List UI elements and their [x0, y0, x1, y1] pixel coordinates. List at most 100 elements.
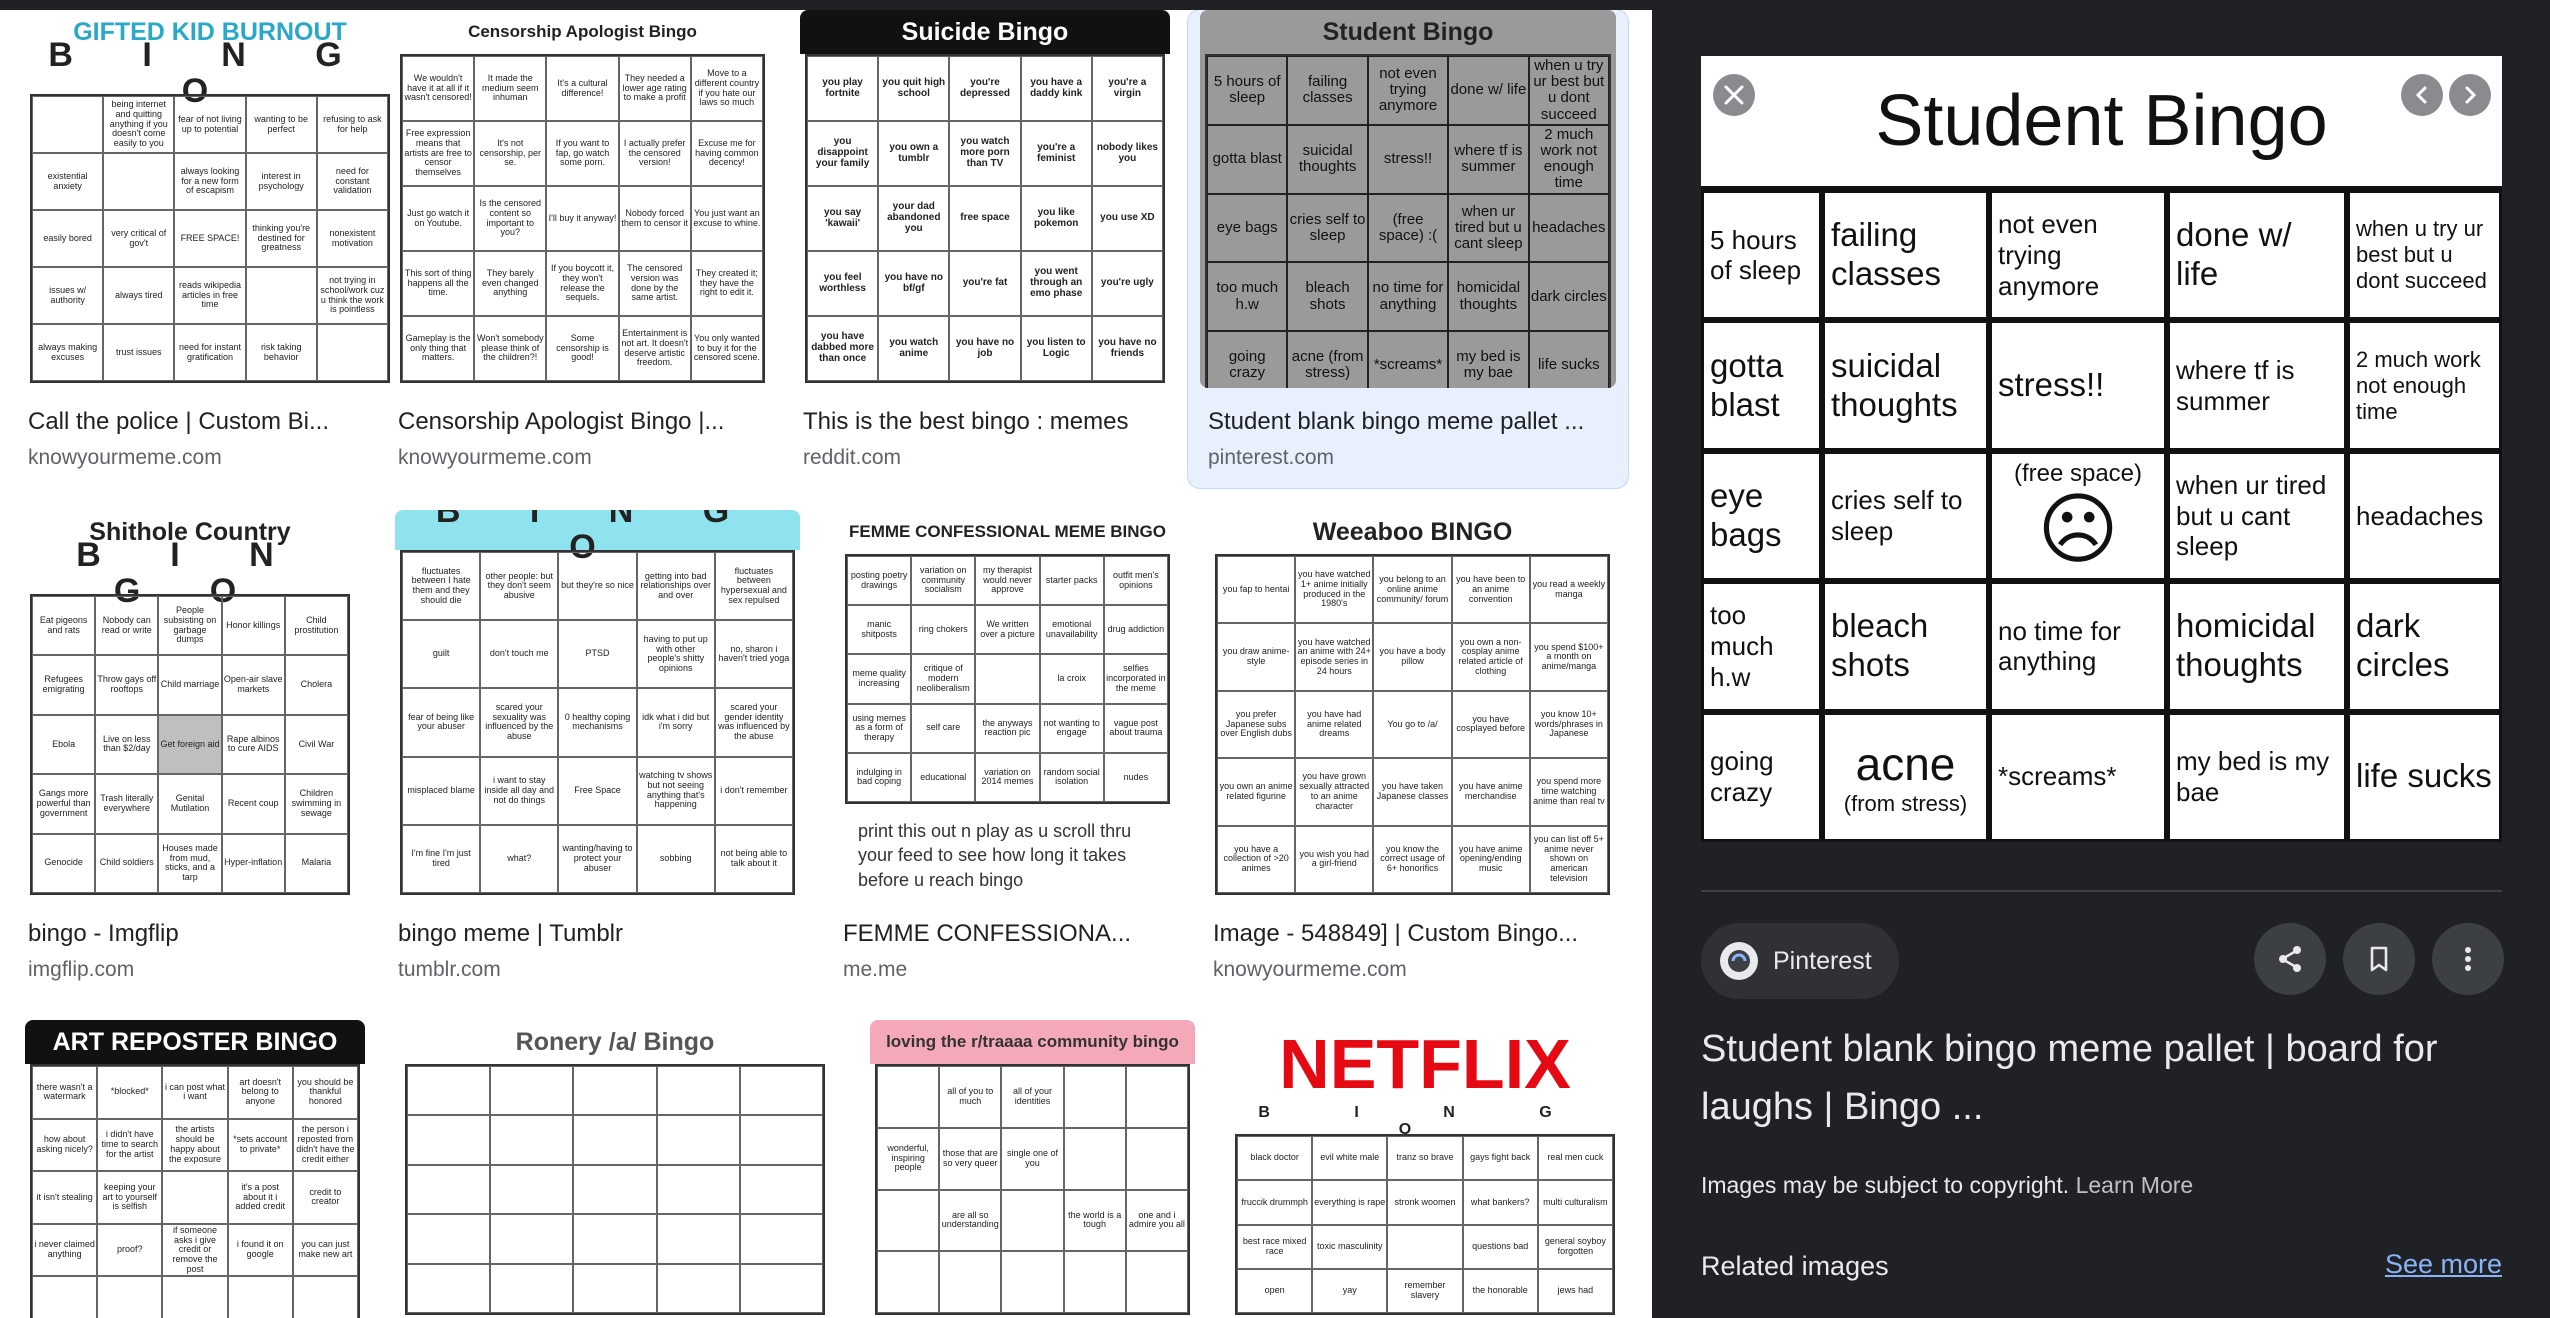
- result-title[interactable]: Call the police | Custom Bi...: [28, 408, 395, 436]
- result-card[interactable]: Ronery /a/ Bingo: [400, 1020, 830, 1318]
- result-title[interactable]: This is the best bingo : memes: [803, 408, 1170, 436]
- thumbnail-cell: [227, 1276, 293, 1318]
- thumbnail-bingo-grid: Eat pigeons and rats Nobody can read or w…: [30, 594, 350, 895]
- thumbnail-cell: [573, 1164, 657, 1215]
- thumbnail-cell: always looking for a new form of escapis…: [174, 153, 246, 210]
- result-title[interactable]: Censorship Apologist Bingo |...: [398, 408, 770, 436]
- thumbnail-cell: Excuse me for having common decency!: [690, 121, 763, 186]
- preview-cell-text: life sucks: [2356, 757, 2492, 795]
- result-card[interactable]: NETFLIX B I N G Oblack doctor evil white m…: [1230, 1020, 1620, 1318]
- thumbnail-cell: fear of being like your abuser: [402, 688, 481, 757]
- thumbnail-cell: i don't remember: [714, 756, 793, 825]
- thumbnail-cell: [739, 1066, 823, 1116]
- preview-cell-text: failing classes: [1831, 216, 1942, 293]
- result-thumbnail[interactable]: ART REPOSTER BINGO there wasn't a waterma…: [25, 1020, 365, 1318]
- thumbnail-cell: manic shitposts: [847, 605, 912, 655]
- learn-more-link[interactable]: Learn More: [2076, 1172, 2194, 1198]
- thumbnail-bingo-grid: black doctor evil white male tranz so brav…: [1235, 1134, 1615, 1315]
- result-thumbnail[interactable]: Weeaboo BINGO you fap to hentai you have w…: [1210, 510, 1615, 900]
- thumbnail-cell: [1063, 1251, 1126, 1313]
- thumbnail-cell: you know the correct usage of 6+ honorif…: [1373, 825, 1452, 893]
- thumbnail-cell: Genocide: [32, 833, 96, 893]
- thumbnail-cell: fluctuates between I hate them and they …: [402, 552, 481, 621]
- thumbnail-cell: trust issues: [103, 324, 175, 381]
- result-card[interactable]: loving the r/traaaa community bingo all o…: [870, 1020, 1195, 1318]
- thumbnail-cell: [573, 1066, 657, 1116]
- preview-cell-text: where tf is summer: [2176, 354, 2295, 416]
- result-title[interactable]: FEMME CONFESSIONA...: [843, 920, 1175, 948]
- thumbnail-cell: you play fortnite: [807, 56, 879, 121]
- preview-image[interactable]: Student Bingo 5 hours of sleep failing cl…: [1701, 56, 2502, 842]
- thumbnail-cell: when u try ur best but u dont succeed: [1528, 56, 1609, 125]
- result-card[interactable]: GIFTED KID BURNOUT B I N G Obeing interne…: [25, 10, 395, 469]
- result-thumbnail[interactable]: Ronery /a/ Bingo: [400, 1020, 830, 1318]
- result-thumbnail[interactable]: Censorship Apologist Bingo We wouldn't ha…: [395, 10, 770, 388]
- source-site-button[interactable]: Pinterest: [1701, 923, 1899, 999]
- result-card[interactable]: Censorship Apologist Bingo We wouldn't ha…: [395, 10, 770, 469]
- preview-cell-text: 5 hours of sleep: [1710, 224, 1802, 286]
- result-title[interactable]: Student blank bingo meme pallet ...: [1208, 408, 1628, 436]
- thumbnail-cell: single one of you: [1001, 1127, 1064, 1190]
- result-card[interactable]: Weeaboo BINGO you fap to hentai you have w…: [1210, 510, 1615, 981]
- thumbnail-cell: starter packs: [1039, 556, 1104, 606]
- close-icon[interactable]: [1713, 74, 1755, 116]
- save-button[interactable]: [2343, 923, 2415, 995]
- thumbnail-cell: i want to stay inside all day and not do…: [480, 756, 559, 825]
- result-card[interactable]: B I N G Ofluctuates between I hate them …: [395, 510, 800, 981]
- thumbnail-cell: you have watched 1+ anime initially prod…: [1295, 556, 1374, 624]
- thumbnail-cell: Gangs more powerful than government: [32, 774, 96, 834]
- thumbnail-cell: [1001, 1189, 1064, 1252]
- preview-title-link[interactable]: Student blank bingo meme pallet | board …: [1701, 1020, 2501, 1136]
- thumbnail-cell: Move to a different country if you hate …: [690, 56, 763, 121]
- thumbnail-cell: not being able to talk about it: [714, 824, 793, 893]
- thumbnail-cell: cries self to sleep: [1287, 193, 1368, 263]
- preview-bingo-cell: (free space) ☹: [1989, 450, 2167, 582]
- related-images-heading: Related images: [1701, 1251, 1889, 1281]
- thumbnail-cell: dark circles: [1528, 262, 1609, 331]
- thumbnail-cell: you know 10+ words/phrases in Japanese: [1529, 690, 1608, 759]
- thumbnail-cell: you quit high school: [878, 56, 950, 121]
- thumbnail-cell: Some censorship is good!: [546, 316, 619, 381]
- result-title[interactable]: bingo meme | Tumblr: [398, 920, 800, 948]
- more-options-button[interactable]: [2432, 923, 2504, 995]
- preview-cell-text: eye bags: [1710, 477, 1782, 553]
- result-thumbnail[interactable]: Suicide Bingo you play fortnite you quit h…: [800, 10, 1170, 388]
- preview-bingo-cell: cries self to sleep: [1822, 450, 1989, 582]
- thumbnail-cell: always tired: [103, 267, 175, 324]
- result-thumbnail[interactable]: B I N G Ofluctuates between I hate them …: [395, 510, 800, 900]
- preview-bingo-cell: *screams*: [1989, 711, 2167, 842]
- preview-bingo-cell: no time for anything: [1989, 581, 2167, 712]
- thumbnail-cell: [573, 1115, 657, 1165]
- thumbnail-cell: The censored version was done by the sam…: [618, 251, 691, 316]
- thumbnail-cell: idk what i did but i'm sorry: [636, 688, 715, 757]
- thumbnail-cell: fear of not living up to potential: [174, 96, 246, 153]
- chevron-right-icon[interactable]: [2449, 74, 2491, 116]
- pinterest-icon: [1720, 942, 1758, 980]
- result-thumbnail[interactable]: Student Bingo 5 hours of sleep failing cla…: [1200, 10, 1616, 388]
- result-thumbnail[interactable]: GIFTED KID BURNOUT B I N G Obeing interne…: [25, 10, 395, 388]
- result-thumbnail[interactable]: FEMME CONFESSIONAL MEME BINGO posting poe…: [840, 510, 1175, 900]
- result-thumbnail[interactable]: loving the r/traaaa community bingo all o…: [870, 1020, 1195, 1318]
- result-card[interactable]: Shithole Country B I N G O Eat pigeons and…: [25, 510, 355, 981]
- thumbnail-cell: variation on community socialism: [911, 556, 976, 606]
- thumbnail-cell: Cholera: [284, 655, 348, 715]
- result-title[interactable]: Image - 548849] | Custom Bingo...: [1213, 920, 1615, 948]
- result-card[interactable]: FEMME CONFESSIONAL MEME BINGO posting poe…: [840, 510, 1175, 981]
- result-card[interactable]: ART REPOSTER BINGO there wasn't a waterma…: [25, 1020, 365, 1318]
- chevron-left-icon[interactable]: [2401, 74, 2443, 116]
- thumbnail-cell: [490, 1164, 574, 1215]
- thumbnail-cell: emotional unavailability: [1039, 605, 1104, 655]
- result-thumbnail[interactable]: NETFLIX B I N G Oblack doctor evil white m…: [1230, 1020, 1620, 1318]
- thumbnail-cell: need for constant validation: [316, 153, 388, 210]
- preview-cell-text: suicidal thoughts: [1831, 346, 1958, 423]
- panel-divider: [1701, 890, 2502, 892]
- thumbnail-cell: Won't somebody please think of the child…: [474, 316, 547, 381]
- result-title[interactable]: bingo - Imgflip: [28, 920, 355, 948]
- result-card[interactable]: Student Bingo 5 hours of sleep failing cla…: [1188, 10, 1628, 488]
- result-card[interactable]: Suicide Bingo you play fortnite you quit h…: [800, 10, 1170, 469]
- see-more-link[interactable]: See more: [2385, 1249, 2502, 1280]
- thumbnail-cell: *blocked*: [97, 1066, 163, 1119]
- share-button[interactable]: [2254, 923, 2326, 995]
- result-thumbnail[interactable]: Shithole Country B I N G O Eat pigeons and…: [25, 510, 355, 900]
- thumbnail-bingo-letters: B I N G O: [76, 536, 304, 610]
